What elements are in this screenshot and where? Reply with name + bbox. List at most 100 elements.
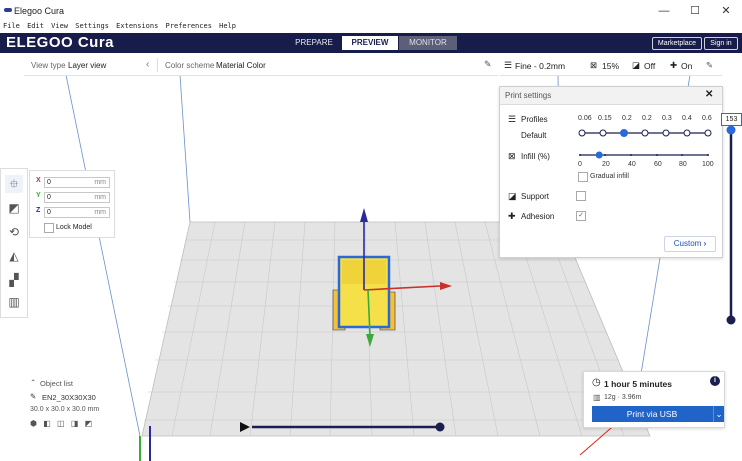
object-dimensions: 30.0 x 30.0 x 30.0 mm <box>30 406 100 413</box>
x-axis-row: X 0 mm <box>34 177 110 188</box>
mirror-tool-icon[interactable]: ◭ <box>5 247 23 265</box>
close-icon[interactable]: ✕ <box>705 89 713 100</box>
print-via-usb-button[interactable]: Print via USB ⌄ <box>592 406 724 422</box>
profile-stop[interactable] <box>704 129 712 137</box>
profile-values-row: 0.06 0.15 0.2 0.2 0.3 0.4 0.6 <box>578 115 718 124</box>
x-position-unit: mm <box>94 179 106 186</box>
app-logo: ELEGOO Cura <box>6 34 115 51</box>
info-icon[interactable]: i <box>710 376 720 386</box>
menu-settings[interactable]: Settings <box>75 22 109 30</box>
print-summary-bar[interactable]: ☰ Fine - 0.2mm ⊠ 15% ◪ Off ✚ On ✎ <box>500 55 722 76</box>
scale-tool-icon[interactable]: ◩ <box>5 199 23 217</box>
menu-view[interactable]: View <box>51 22 68 30</box>
infill-tick-label: 100 <box>702 161 714 168</box>
pencil-icon[interactable]: ✎ <box>484 59 492 70</box>
x-position-value: 0 <box>47 179 51 186</box>
support-checkbox[interactable] <box>576 191 586 201</box>
stage-tab-prepare[interactable]: PREPARE <box>287 36 341 50</box>
layer-number-badge[interactable]: 153 <box>721 113 742 126</box>
move-panel: X 0 mm Y 0 mm Z 0 mm Lock Model <box>29 170 115 238</box>
menu-edit[interactable]: Edit <box>27 22 44 30</box>
title-bar: Elegoo Cura — ☐ ✕ <box>0 0 742 22</box>
profile-stop-selected[interactable] <box>620 129 628 137</box>
view-type-label: View type <box>31 61 66 70</box>
profile-stop[interactable] <box>641 129 649 137</box>
minimize-button[interactable]: — <box>650 3 678 19</box>
adhesion-checkbox[interactable]: ✓ <box>576 211 586 221</box>
z-axis-arrow-head <box>360 208 368 222</box>
support-blocker-icon[interactable]: ▥ <box>5 293 23 311</box>
profile-value-label: 0.3 <box>662 115 672 122</box>
stage-tab-preview[interactable]: PREVIEW <box>342 36 398 50</box>
infill-slider[interactable] <box>578 149 714 159</box>
y-position-input[interactable]: 0 mm <box>44 192 110 203</box>
clock-icon: ◷ <box>592 377 601 388</box>
chevron-right-icon: › <box>703 239 707 248</box>
chevron-up-icon[interactable]: ⌃ <box>30 378 36 387</box>
move-tool-icon[interactable]: ⯐ <box>5 175 23 193</box>
gradual-infill-checkbox[interactable] <box>578 172 588 182</box>
infill-label: Infill (%) <box>521 152 550 161</box>
profile-value-label: 0.4 <box>682 115 692 122</box>
support-value: Off <box>644 61 656 71</box>
close-window-button[interactable]: ✕ <box>712 3 740 19</box>
view-top-icon[interactable]: ◫ <box>57 419 65 428</box>
print-time: 1 hour 5 minutes <box>604 379 673 389</box>
view-3d-icon[interactable]: ⬢ <box>30 419 37 428</box>
infill-tick-label: 40 <box>628 161 636 168</box>
menu-file[interactable]: File <box>3 22 20 30</box>
profile-slider[interactable] <box>578 127 714 139</box>
view-toolbar: View type Layer view ‹ Color scheme Mate… <box>24 55 498 76</box>
y-axis-label: Y <box>36 192 41 199</box>
profile-icon: ☰ <box>504 60 513 70</box>
infill-tick-label: 80 <box>679 161 687 168</box>
z-axis-label: Z <box>36 207 41 214</box>
chevron-left-icon[interactable]: ‹ <box>146 59 149 70</box>
adhesion-icon: ✚ <box>508 211 516 221</box>
menu-preferences[interactable]: Preferences <box>166 22 212 30</box>
view-front-icon[interactable]: ◧ <box>43 419 51 428</box>
adhesion-value: On <box>681 61 693 71</box>
z-position-input[interactable]: 0 mm <box>44 207 110 218</box>
simulation-handle[interactable] <box>435 422 445 432</box>
profiles-label: Profiles <box>521 115 548 124</box>
infill-slider-handle[interactable] <box>595 151 603 159</box>
chevron-down-icon[interactable]: ⌄ <box>714 406 724 422</box>
view-type-dropdown[interactable]: Layer view <box>68 61 106 70</box>
object-list: ⌃ Object list ✎ EN2_30X30X30 30.0 x 30.0… <box>30 378 140 433</box>
infill-tick-label: 20 <box>602 161 610 168</box>
menu-extensions[interactable]: Extensions <box>116 22 158 30</box>
view-left-icon[interactable]: ◨ <box>71 419 79 428</box>
view-orientation-buttons: ⬢ ◧ ◫ ◨ ◩ <box>30 419 110 429</box>
object-list-header[interactable]: Object list <box>40 379 73 388</box>
infill-ticks-row: 0 20 40 60 80 100 <box>578 161 718 170</box>
stage-tab-monitor[interactable]: MONITOR <box>399 36 457 50</box>
profile-stop[interactable] <box>683 129 691 137</box>
support-icon: ◪ <box>508 191 517 201</box>
pencil-icon[interactable]: ✎ <box>706 60 713 71</box>
z-position-unit: mm <box>94 209 106 216</box>
profile-value: Fine - 0.2mm <box>515 61 566 71</box>
profile-stop[interactable] <box>662 129 670 137</box>
lock-model-checkbox[interactable] <box>44 223 54 233</box>
maximize-button[interactable]: ☐ <box>681 3 709 19</box>
sign-in-button[interactable]: Sign in <box>704 37 738 50</box>
menu-help[interactable]: Help <box>219 22 236 30</box>
profile-stop[interactable] <box>578 129 586 137</box>
infill-tick-label: 60 <box>654 161 662 168</box>
view-right-icon[interactable]: ◩ <box>85 419 93 428</box>
rotate-tool-icon[interactable]: ⟲ <box>5 223 23 241</box>
color-scheme-dropdown[interactable]: Material Color <box>216 61 266 70</box>
object-name[interactable]: EN2_30X30X30 <box>42 393 96 402</box>
profile-stop[interactable] <box>599 129 607 137</box>
layer-slider-bottom-handle[interactable] <box>726 315 736 325</box>
per-model-settings-icon[interactable]: ▞ <box>5 271 23 289</box>
profile-value-label: 0.2 <box>622 115 632 122</box>
layer-slider-top-handle[interactable] <box>726 125 736 135</box>
toolbar-divider <box>157 58 158 72</box>
pencil-icon[interactable]: ✎ <box>30 392 36 401</box>
x-position-input[interactable]: 0 mm <box>44 177 110 188</box>
custom-button[interactable]: Custom › <box>664 236 716 252</box>
marketplace-button[interactable]: Marketplace <box>652 37 702 50</box>
y-axis-row: Y 0 mm <box>34 192 110 203</box>
